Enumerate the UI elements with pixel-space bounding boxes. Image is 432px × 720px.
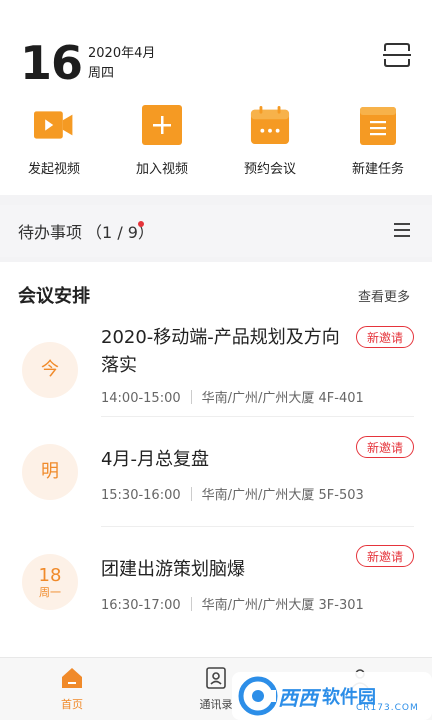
meeting-time: 15:30-16:00 xyxy=(101,488,181,503)
meeting-day-badge: 今 xyxy=(22,342,78,398)
meeting-section: 会议安排 查看更多 今 2020-移动端-产品规划及方向落实 14:00-15:… xyxy=(0,262,432,657)
watermark-brand: 西西 xyxy=(278,685,318,710)
todo-bar[interactable]: 待办事项 （1 / 9） xyxy=(0,205,432,257)
list-divider xyxy=(101,526,414,527)
meeting-item[interactable]: 今 2020-移动端-产品规划及方向落实 14:00-15:00 华南/广州/广州… xyxy=(0,322,432,422)
meeting-meta: 14:00-15:00 华南/广州/广州大厦 4F-401 xyxy=(101,387,364,406)
view-more-link[interactable]: 查看更多 xyxy=(358,286,410,305)
meeting-location: 华南/广州/广州大厦 3F-301 xyxy=(201,598,364,613)
tab-home[interactable]: 首页 xyxy=(0,658,144,720)
meeting-meta: 15:30-16:00 华南/广州/广州大厦 5F-503 xyxy=(101,484,364,503)
meeting-location: 华南/广州/广州大厦 5F-503 xyxy=(201,488,364,503)
todo-done-count: 1 xyxy=(102,223,113,242)
section-divider xyxy=(0,195,432,205)
meeting-title: 4月-月总复盘 xyxy=(101,449,209,470)
watermark: 西西 软件园 CR173.COM xyxy=(232,672,432,720)
video-camera-icon xyxy=(34,105,74,145)
join-video-button[interactable]: 加入视频 xyxy=(108,105,216,180)
quick-action-label: 新建任务 xyxy=(351,162,404,177)
start-video-button[interactable]: 发起视频 xyxy=(0,105,108,180)
todo-total-count: 9 xyxy=(128,221,144,242)
new-invite-badge: 新邀请 xyxy=(356,545,414,567)
calendar-icon xyxy=(250,105,290,145)
list-divider xyxy=(101,416,414,417)
contacts-icon xyxy=(204,666,228,690)
menu-icon[interactable] xyxy=(394,223,410,237)
meeting-day-badge: 18 周一 xyxy=(22,554,78,610)
watermark-logo-icon xyxy=(238,676,278,716)
quick-action-label: 加入视频 xyxy=(135,162,188,177)
meeting-item[interactable]: 18 周一 团建出游策划脑爆 16:30-17:00 华南/广州/广州大厦 3F-… xyxy=(0,544,432,644)
header: 16 2020年4月 周四 xyxy=(0,0,432,95)
new-task-button[interactable]: 新建任务 xyxy=(324,105,432,180)
home-icon xyxy=(60,666,84,690)
meeting-item[interactable]: 明 4月-月总复盘 15:30-16:00 华南/广州/广州大厦 5F-503 新… xyxy=(0,434,432,534)
watermark-url: CR173.COM xyxy=(356,703,419,713)
tab-label: 通讯录 xyxy=(199,698,233,711)
meeting-section-title: 会议安排 xyxy=(18,286,90,307)
new-invite-badge: 新邀请 xyxy=(356,436,414,458)
tab-label: 首页 xyxy=(61,698,83,711)
quick-actions: 发起视频 加入视频 预约会议 新建任务 xyxy=(0,105,432,180)
task-list-icon xyxy=(358,105,398,145)
schedule-meeting-button[interactable]: 预约会议 xyxy=(216,105,324,180)
quick-action-label: 发起视频 xyxy=(27,162,80,177)
day-number: 16 xyxy=(20,36,83,90)
meeting-title: 团建出游策划脑爆 xyxy=(101,559,245,580)
meeting-time: 14:00-15:00 xyxy=(101,391,181,406)
meeting-time: 16:30-17:00 xyxy=(101,598,181,613)
scan-icon[interactable] xyxy=(383,42,411,68)
unread-dot xyxy=(137,221,144,227)
meeting-location: 华南/广州/广州大厦 4F-401 xyxy=(201,391,364,406)
weekday: 周四 xyxy=(88,66,115,81)
new-invite-badge: 新邀请 xyxy=(356,326,414,348)
todo-count: （1 / 9） xyxy=(86,221,154,242)
todo-title: 待办事项 xyxy=(18,223,83,242)
plus-icon xyxy=(142,105,182,145)
quick-action-label: 预约会议 xyxy=(243,162,296,177)
meeting-day-badge: 明 xyxy=(22,444,78,500)
meeting-title: 2020-移动端-产品规划及方向落实 xyxy=(101,327,340,376)
meeting-meta: 16:30-17:00 华南/广州/广州大厦 3F-301 xyxy=(101,594,364,613)
month-year: 2020年4月 xyxy=(88,46,156,61)
